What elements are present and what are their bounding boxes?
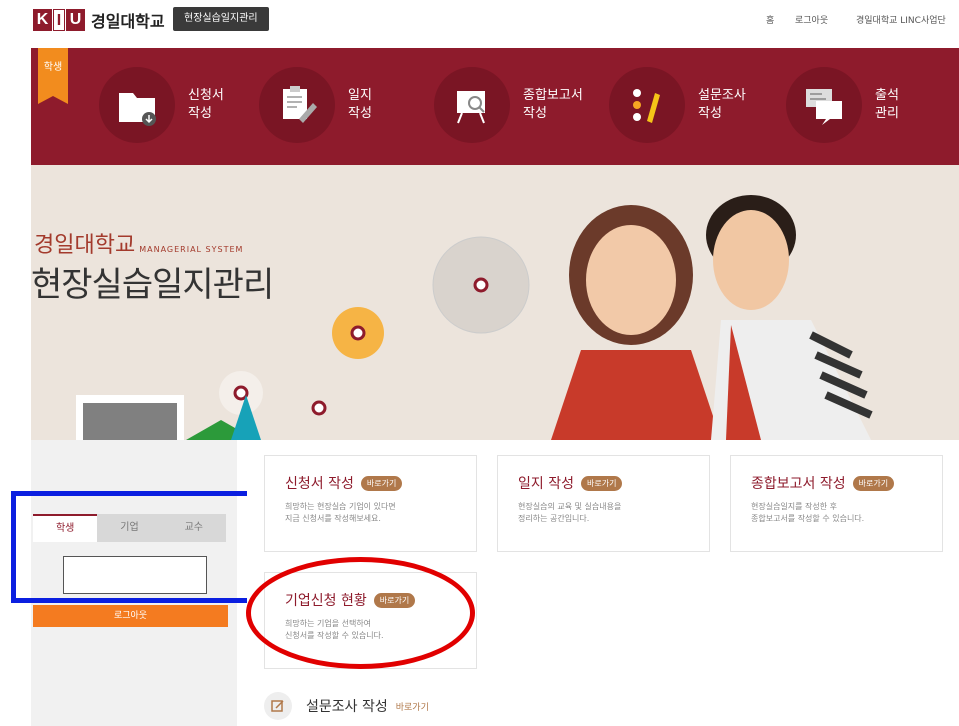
card-desc-report-1: 현장실습일지를 작성한 후 [751, 502, 838, 511]
system-name-button[interactable]: 현장실습일지관리 [173, 7, 269, 31]
hero-subtitle-ko: 경일대학교 [34, 233, 136, 258]
card-application[interactable]: 신청서 작성 바로가기 희망하는 현장실습 기업이 있다면지금 신청서를 작성해보… [264, 455, 477, 552]
logout-link[interactable]: 로그아웃 [795, 13, 828, 26]
highlight-oval [246, 557, 475, 669]
hero-title: 현장실습일지관리 [31, 265, 274, 305]
card-title-report: 종합보고서 작성 [751, 476, 846, 492]
folder-icon [99, 67, 175, 143]
menu-label-survey-1: 설문조사 [698, 88, 746, 103]
university-name: 경일대학교 [91, 12, 165, 31]
top-bar: KIU 경일대학교 현장실습일지관리 홈 로그아웃 경일대학교 LINC사업단 [0, 0, 959, 48]
hero-subtitle-en: MANAGERIAL SYSTEM [139, 245, 244, 254]
hero-subtitle: 경일대학교 MANAGERIAL SYSTEM [34, 227, 243, 259]
card-desc-application-2: 지금 신청서를 작성해보세요. [285, 514, 381, 523]
linc-link[interactable]: 경일대학교 LINC사업단 [856, 13, 946, 26]
logo-letter-k: K [33, 9, 52, 31]
logout-button[interactable]: 로그아웃 [33, 605, 228, 627]
chat-bubbles-icon [786, 67, 862, 143]
card-report[interactable]: 종합보고서 작성 바로가기 현장실습일지를 작성한 후종합보고서를 작성할 수 있… [730, 455, 943, 552]
highlight-box [11, 491, 263, 603]
survey-title: 설문조사 작성 [306, 699, 388, 715]
card-go-journal[interactable]: 바로가기 [580, 475, 623, 491]
main-menu: 학생 신청서 작성 일지 작성 종합보고서 작성 설문조사 작성 출석 관리 [31, 48, 959, 165]
menu-label-application-1: 신청서 [188, 88, 224, 103]
menu-label-attendance-1: 출석 [875, 88, 899, 103]
survey-go[interactable]: 바로가기 [396, 700, 429, 713]
survey-pencil-icon [609, 67, 685, 143]
menu-label-attendance-2: 관리 [875, 106, 899, 121]
journal-edit-icon [259, 67, 335, 143]
card-go-application[interactable]: 바로가기 [360, 475, 403, 491]
card-desc-application-1: 희망하는 현장실습 기업이 있다면 [285, 502, 396, 511]
card-title-application: 신청서 작성 [285, 476, 354, 492]
menu-label-journal-2: 작성 [348, 106, 372, 121]
card-desc-journal-2: 정리하는 공간입니다. [518, 514, 590, 523]
logo-letter-u: U [66, 9, 85, 31]
logo-letter-i: I [53, 9, 65, 31]
hero-banner: 경일대학교 MANAGERIAL SYSTEM 현장실습일지관리 [31, 165, 959, 440]
card-desc-journal-1: 현장실습의 교육 및 실습내용을 [518, 502, 622, 511]
survey-link[interactable]: 설문조사 작성 바로가기 [264, 692, 429, 720]
card-title-journal: 일지 작성 [518, 476, 574, 492]
card-journal[interactable]: 일지 작성 바로가기 현장실습의 교육 및 실습내용을정리하는 공간입니다. [497, 455, 710, 552]
presentation-board-icon [434, 67, 510, 143]
menu-label-journal-1: 일지 [348, 88, 372, 103]
menu-label-report-2: 작성 [523, 106, 547, 121]
menu-label-report-1: 종합보고서 [523, 88, 583, 103]
home-link[interactable]: 홈 [766, 13, 774, 26]
menu-label-application-2: 작성 [188, 106, 212, 121]
university-logo[interactable]: KIU 경일대학교 [33, 8, 165, 32]
card-go-report[interactable]: 바로가기 [852, 475, 895, 491]
menu-label-survey-2: 작성 [698, 106, 722, 121]
edit-icon [264, 692, 292, 720]
card-desc-report-2: 종합보고서를 작성할 수 있습니다. [751, 514, 865, 523]
role-tag: 학생 [38, 48, 68, 104]
